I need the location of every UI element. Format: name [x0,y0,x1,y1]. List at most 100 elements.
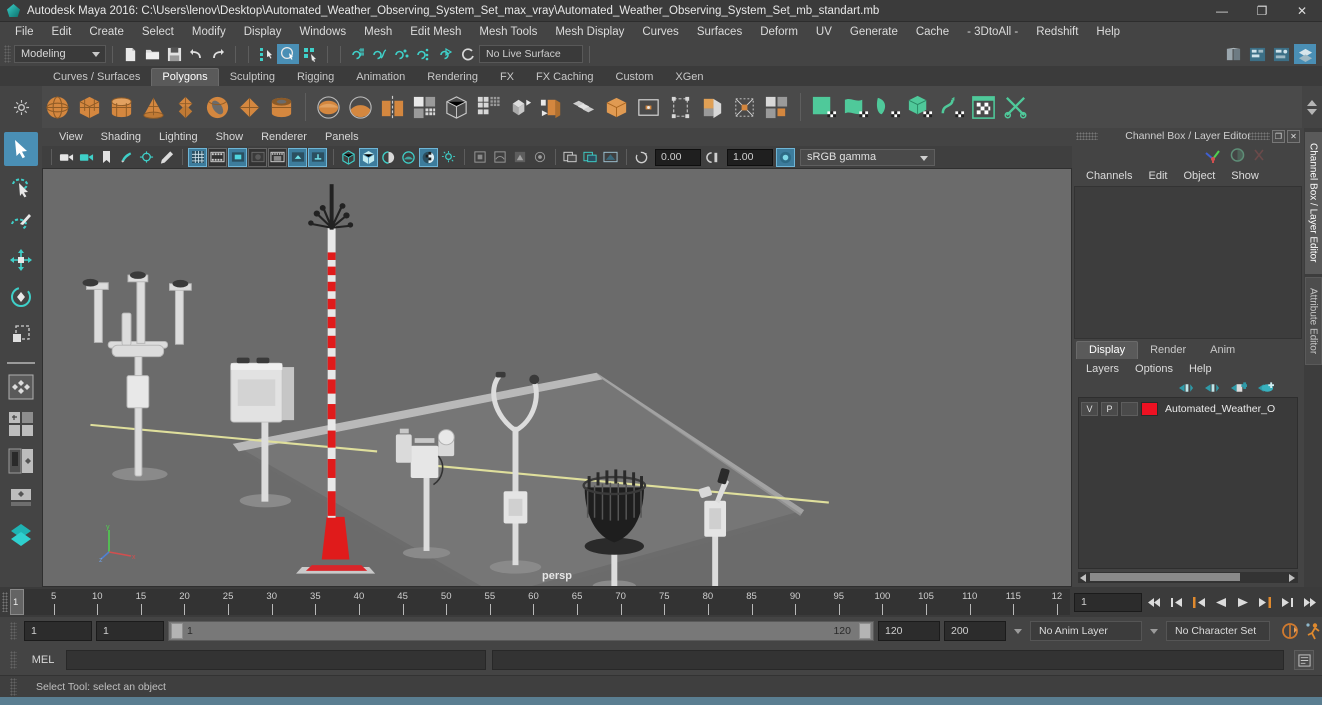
menu-edit[interactable]: Edit [43,24,81,40]
menu-deform[interactable]: Deform [751,24,807,40]
layer-visibility-toggle[interactable]: V [1081,402,1098,416]
close-panel-button[interactable]: ✕ [1287,129,1300,143]
menu-create[interactable]: Create [80,24,133,40]
uv-spherical-icon[interactable] [872,92,902,122]
poly-quad-draw-icon[interactable] [729,92,759,122]
command-line-grip[interactable] [10,651,17,669]
poly-platonic-icon[interactable] [170,92,200,122]
range-start-field[interactable]: 1 [96,621,164,641]
isolate-select-icon[interactable] [561,148,580,167]
persp-outliner-layout[interactable] [4,481,38,515]
menu-select[interactable]: Select [133,24,183,40]
channel-menu-show[interactable]: Show [1223,169,1267,183]
layer-menu-layers[interactable]: Layers [1078,362,1127,376]
channel-menu-object[interactable]: Object [1175,169,1223,183]
layer-menu-help[interactable]: Help [1181,362,1220,376]
film-gate-icon[interactable] [208,147,227,167]
layer-list-horizontal-scrollbar[interactable] [1078,572,1298,583]
poly-split-icon[interactable] [697,92,727,122]
shadows-icon[interactable] [439,148,458,167]
animation-end-field[interactable]: 200 [944,621,1006,641]
play-backwards-icon[interactable] [1211,593,1230,612]
menu-mesh[interactable]: Mesh [355,24,401,40]
time-slider-grip[interactable] [0,587,10,617]
shelf-tab-sculpting[interactable]: Sculpting [219,68,286,86]
anim-layer-selector[interactable]: No Anim Layer [1030,621,1142,641]
menu-curves[interactable]: Curves [633,24,687,40]
undo-icon[interactable] [185,44,207,64]
new-scene-icon[interactable] [119,44,141,64]
rotate-tool[interactable] [4,280,38,314]
menu-uv[interactable]: UV [807,24,841,40]
menu-display[interactable]: Display [235,24,291,40]
layer-tab-display[interactable]: Display [1076,340,1139,359]
minimize-button[interactable]: — [1202,0,1242,22]
live-surface-field[interactable]: No Live Surface [479,45,583,63]
script-editor-icon[interactable] [1294,650,1314,670]
screen-space-ao-icon[interactable] [470,148,489,167]
menu-redshift[interactable]: Redshift [1027,24,1087,40]
layer-playback-toggle[interactable]: P [1101,402,1118,416]
shelf-tab-rigging[interactable]: Rigging [286,68,345,86]
show-hypergraph-icon[interactable] [1246,44,1268,64]
menu-surfaces[interactable]: Surfaces [688,24,751,40]
go-to-end-icon[interactable] [1299,593,1318,612]
xray-icon[interactable] [288,147,307,167]
statusline-grip[interactable] [4,45,11,63]
persp-graph-editor-layout[interactable] [4,518,38,552]
snap-to-view-plane-icon[interactable] [435,44,457,64]
channel-menu-channels[interactable]: Channels [1078,169,1140,183]
open-scene-icon[interactable] [141,44,163,64]
range-start-handle[interactable] [171,623,183,639]
viewport-menu-shading[interactable]: Shading [92,130,150,144]
shelf-tab-fx-caching[interactable]: FX Caching [525,68,604,86]
film-origin-icon[interactable] [268,147,287,167]
command-language-label[interactable]: MEL [26,654,60,666]
paint-select-tool[interactable] [4,206,38,240]
select-camera-icon[interactable] [57,148,76,167]
layer-color-swatch[interactable] [1141,402,1158,416]
viewport-menu-renderer[interactable]: Renderer [252,130,316,144]
poly-cube-icon[interactable] [74,92,104,122]
grease-pencil-icon[interactable] [157,148,176,167]
layer-tab-render[interactable]: Render [1138,342,1198,359]
display-layer-list[interactable]: V P Automated_Weather_O [1078,396,1298,569]
gamma-field[interactable]: 1.00 [727,148,773,166]
image-plane-icon[interactable] [117,148,136,167]
select-by-hierarchy-icon[interactable] [255,44,277,64]
poly-separate-icon[interactable] [441,92,471,122]
uv-automatic-icon[interactable] [904,92,934,122]
select-tool[interactable] [4,132,38,166]
shading-sphere-icon[interactable] [1229,147,1246,163]
poly-booleans-union-icon[interactable] [313,92,343,122]
character-set-chevron-icon[interactable] [1150,628,1158,634]
scroll-up-icon[interactable] [1307,99,1317,106]
step-forward-keyframe-icon[interactable] [1277,593,1296,612]
lasso-select-tool[interactable] [4,169,38,203]
color-management-selector[interactable]: sRGB gamma [800,148,935,166]
camera-attributes-icon[interactable] [77,148,96,167]
help-line-grip[interactable] [10,677,17,696]
show-attribute-editor-icon[interactable] [1294,44,1316,64]
poly-torus-icon[interactable] [202,92,232,122]
layer-menu-options[interactable]: Options [1127,362,1181,376]
vtab-attribute-editor[interactable]: Attribute Editor [1304,276,1322,365]
display-layer-row[interactable]: V P Automated_Weather_O [1079,400,1297,418]
save-scene-icon[interactable] [163,44,185,64]
show-hypershade-icon[interactable] [1270,44,1292,64]
uv-unfold-icon[interactable] [936,92,966,122]
uv-editor-icon[interactable] [968,92,998,122]
two-dimensional-pan-zoom-icon[interactable] [137,148,156,167]
maximize-button[interactable]: ❐ [1242,0,1282,22]
viewport-menu-panels[interactable]: Panels [316,130,368,144]
viewport-menu-lighting[interactable]: Lighting [150,130,207,144]
exposure-field[interactable]: 0.00 [655,148,701,166]
menu-generate[interactable]: Generate [841,24,907,40]
animation-start-field[interactable]: 1 [24,621,92,641]
four-view-layout[interactable] [4,444,38,478]
textured-icon[interactable] [399,148,418,167]
wireframe-icon[interactable] [339,148,358,167]
last-tool-used[interactable] [4,370,38,404]
menu-modify[interactable]: Modify [183,24,235,40]
menu-edit-mesh[interactable]: Edit Mesh [401,24,470,40]
